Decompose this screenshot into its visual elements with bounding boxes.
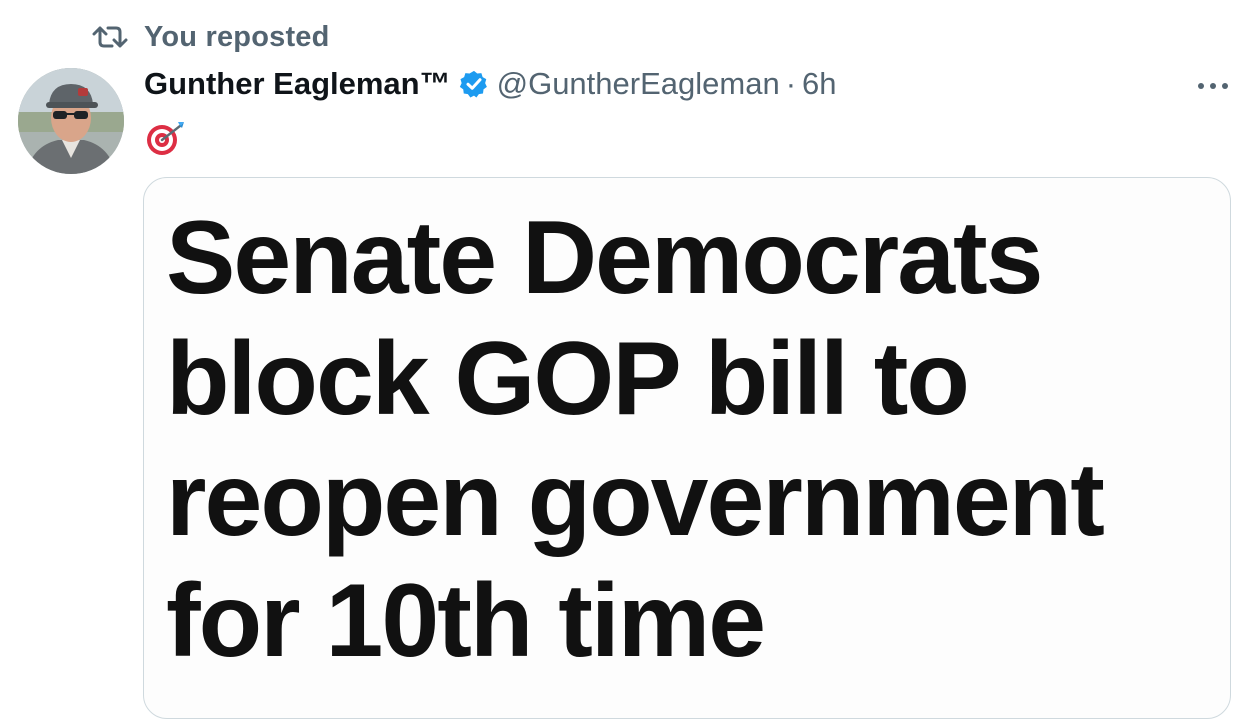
author-handle[interactable]: @GuntherEagleman	[497, 66, 780, 102]
repost-label[interactable]: You reposted	[144, 21, 330, 54]
avatar-photo	[18, 68, 124, 174]
tweet-timestamp[interactable]: 6h	[802, 66, 836, 102]
repost-indicator: You reposted	[92, 18, 330, 56]
media-headline: Senate Democrats block GOP bill to reope…	[166, 200, 1105, 679]
more-options-icon[interactable]	[1196, 80, 1230, 92]
separator-dot: ·	[785, 66, 797, 101]
author-name[interactable]: Gunther Eagleman™	[144, 66, 451, 102]
tweet-header: Gunther Eagleman™ @GuntherEagleman · 6h	[144, 62, 837, 106]
repost-icon	[92, 26, 128, 48]
avatar[interactable]	[18, 68, 124, 174]
media-card[interactable]: Senate Democrats block GOP bill to reope…	[143, 177, 1231, 719]
direct-hit-icon	[147, 122, 184, 155]
verified-badge-icon[interactable]	[459, 69, 489, 99]
